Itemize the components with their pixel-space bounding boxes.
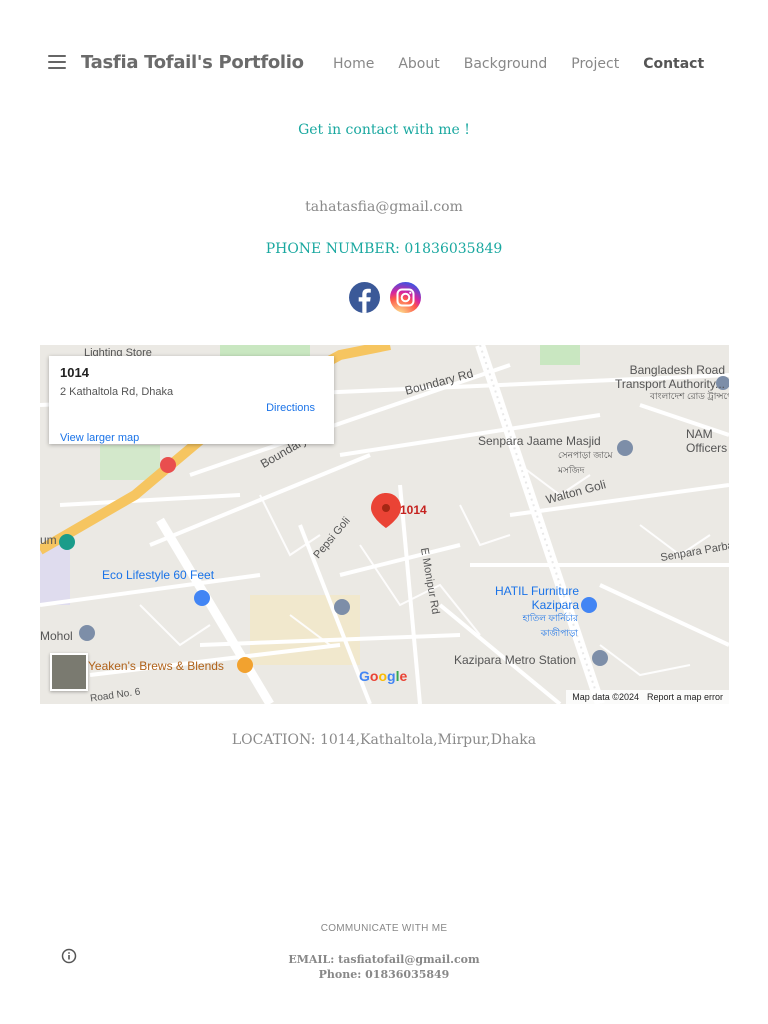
- map-label: Mohol: [40, 629, 73, 643]
- map-label: বাংলাদেশ রোড ট্রান্সপোর্ট...: [650, 391, 729, 401]
- map-place-address: 2 Kathaltola Rd, Dhaka: [60, 386, 174, 398]
- site-header: Tasfia Tofail's Portfolio Home About Bac…: [0, 0, 768, 128]
- report-map-error-link[interactable]: Report a map error: [647, 692, 723, 702]
- footer-email: EMAIL: tasfiatofail@gmail.com: [288, 953, 480, 966]
- map-attribution: Map data ©2024 Report a map error: [566, 690, 729, 704]
- map-label: Eco Lifestyle 60 Feet: [102, 568, 215, 582]
- contact-email: tahatasfia@gmail.com: [305, 199, 463, 215]
- instagram-icon[interactable]: [390, 282, 421, 313]
- info-icon[interactable]: [61, 948, 77, 964]
- map-directions-link[interactable]: Directions: [266, 402, 315, 414]
- map-label: সেনপাড়া জামে মসজিদ: [558, 450, 613, 475]
- facebook-icon[interactable]: [349, 282, 380, 313]
- nav-item-project[interactable]: Project: [571, 56, 619, 72]
- nav-item-home[interactable]: Home: [333, 56, 374, 72]
- social-links: [349, 282, 421, 313]
- map-data-text: Map data ©2024: [572, 692, 639, 702]
- contact-heading: Get in contact with me !: [298, 122, 470, 138]
- map-label: Yeaken's Brews & Blends: [88, 659, 224, 673]
- map-label: Kazipara Metro Station: [454, 653, 577, 667]
- google-logo: Google: [359, 668, 408, 684]
- nav-item-about[interactable]: About: [398, 56, 439, 72]
- location-text: LOCATION: 1014,Kathaltola,Mirpur,Dhaka: [231, 732, 537, 748]
- footer-title: COMMUNICATE WITH ME: [320, 923, 448, 934]
- satellite-toggle-button[interactable]: [50, 653, 88, 691]
- map-label: Senpara Jaame Masjid: [478, 434, 601, 448]
- site-title[interactable]: Tasfia Tofail's Portfolio: [81, 52, 304, 73]
- map-info-card: 1014 2 Kathaltola Rd, Dhaka Directions V…: [49, 356, 334, 444]
- main-nav: Home About Background Project Contact: [333, 56, 704, 72]
- hamburger-menu-icon[interactable]: [48, 55, 66, 71]
- map-place-name: 1014: [60, 365, 89, 380]
- map-label: Bangladesh Road Transport Authority...: [614, 363, 725, 391]
- embedded-map[interactable]: Lighting Store Boundary Rd Bangladesh Ro…: [40, 345, 729, 704]
- view-larger-map-link[interactable]: View larger map: [60, 432, 139, 444]
- contact-phone: PHONE NUMBER: 01836035849: [265, 241, 503, 257]
- map-label: um: [40, 533, 57, 547]
- map-label: NAM Officers: [686, 427, 728, 455]
- map-pin-label: 1014: [400, 503, 427, 517]
- nav-item-contact[interactable]: Contact: [643, 56, 704, 72]
- nav-item-background[interactable]: Background: [464, 56, 548, 72]
- map-label: হাতিল ফার্নিচার কাজীপাড়া: [522, 613, 578, 638]
- footer-phone: Phone: 01836035849: [318, 968, 450, 981]
- map-label: HATIL Furniture Kazipara: [494, 584, 579, 612]
